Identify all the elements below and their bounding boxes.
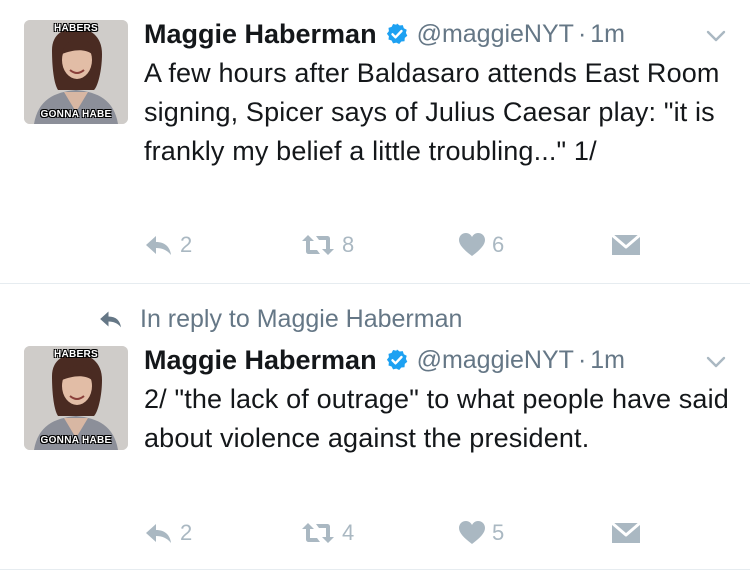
- direct-message-icon: [611, 521, 641, 543]
- timestamp[interactable]: 1m: [590, 346, 625, 375]
- retweet-count: 4: [342, 520, 355, 545]
- avatar-bottom-caption: GONNA HABE: [40, 109, 112, 120]
- avatar-bottom-caption: GONNA HABE: [40, 435, 112, 446]
- reply-context-label: In reply to Maggie Haberman: [140, 304, 463, 333]
- avatar[interactable]: HABERS GONNA HABE: [24, 346, 128, 450]
- retweet-button[interactable]: 8: [300, 230, 354, 260]
- tweet-divider: [0, 283, 750, 284]
- reply-button[interactable]: 2: [144, 230, 192, 260]
- direct-message-icon: [611, 233, 641, 255]
- like-button[interactable]: 6: [458, 230, 504, 260]
- reply-count: 2: [180, 232, 193, 257]
- direct-message-button[interactable]: [611, 230, 641, 260]
- retweet-icon: [302, 523, 334, 543]
- retweet-count: 8: [342, 232, 355, 257]
- reply-icon: [146, 236, 171, 255]
- verified-badge-icon: [386, 23, 407, 44]
- reply-count: 2: [180, 520, 193, 545]
- heart-icon: [459, 521, 485, 544]
- retweet-icon: [302, 235, 334, 255]
- verified-badge-icon: [386, 349, 407, 370]
- avatar-top-caption: HABERS: [53, 23, 99, 34]
- like-count: 5: [492, 520, 505, 545]
- timestamp[interactable]: 1m: [590, 20, 625, 49]
- tweet-text: A few hours after Baldasaro attends East…: [144, 58, 720, 166]
- separator: ·: [577, 345, 587, 374]
- display-name[interactable]: Maggie Haberman: [144, 19, 377, 50]
- like-count: 6: [492, 232, 505, 257]
- handle[interactable]: @maggieNYT: [417, 346, 574, 375]
- like-button[interactable]: 5: [458, 518, 504, 548]
- heart-icon: [459, 233, 485, 256]
- avatar[interactable]: HABERS GONNA HABE: [24, 20, 128, 124]
- tweet-text: 2/ "the lack of outrage" to what people …: [144, 384, 729, 453]
- reply-context-icon: [100, 311, 121, 328]
- chevron-down-icon[interactable]: [704, 24, 728, 48]
- direct-message-button[interactable]: [611, 518, 641, 548]
- reply-context[interactable]: In reply to Maggie Haberman: [98, 303, 462, 335]
- chevron-down-icon[interactable]: [704, 350, 728, 374]
- reply-icon: [146, 524, 171, 543]
- handle[interactable]: @maggieNYT: [417, 20, 574, 49]
- display-name[interactable]: Maggie Haberman: [144, 345, 377, 376]
- tweet-actions: 2 4 5: [144, 518, 704, 548]
- tweet-divider: [0, 569, 750, 570]
- reply-button[interactable]: 2: [144, 518, 192, 548]
- tweet-header: Maggie Haberman @maggieNYT · 1m: [144, 17, 625, 51]
- tweet-actions: 2 8 6: [144, 230, 704, 260]
- separator: ·: [577, 19, 587, 48]
- tweet-header: Maggie Haberman @maggieNYT · 1m: [144, 343, 625, 377]
- retweet-button[interactable]: 4: [300, 518, 354, 548]
- avatar-top-caption: HABERS: [53, 349, 99, 360]
